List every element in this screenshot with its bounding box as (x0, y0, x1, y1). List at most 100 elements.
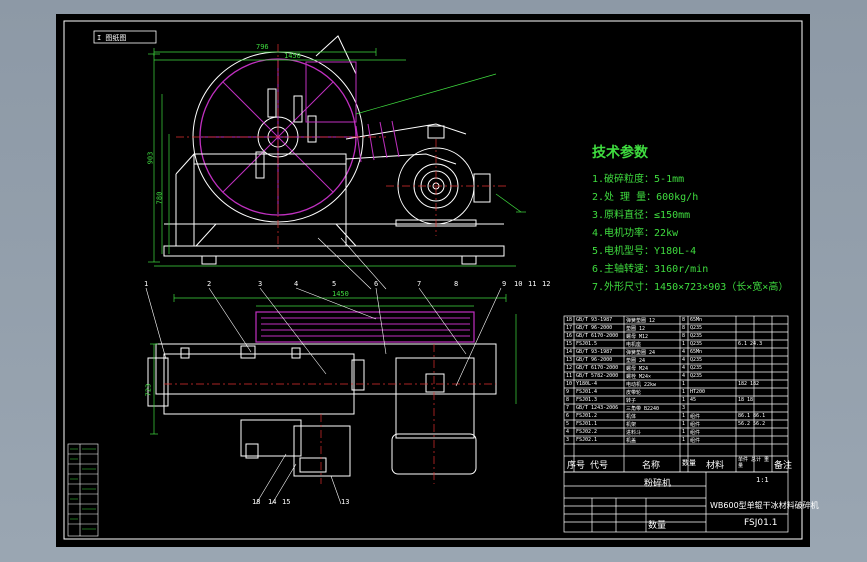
bom-qty: 3 (682, 405, 686, 411)
drawing-scale: 1:1 (756, 476, 769, 484)
part-tag: 7 (417, 280, 422, 288)
bom-no: 11 (566, 373, 573, 379)
bom-material: HT200 (690, 389, 706, 395)
drawing-sheet: I 图纸图 796 1450 903 780 1450 723 12345678… (56, 14, 819, 547)
bom-header-no: 序号 (567, 461, 586, 471)
bom-no: 7 (566, 405, 570, 411)
bom-header-material: 材料 (706, 461, 725, 471)
dim-plan-width: 1450 (332, 290, 349, 298)
drawing-number: FSJ01.1 (744, 518, 778, 528)
part-tag: 8 (454, 280, 459, 288)
bom-name: 垫圈 12 (626, 326, 646, 332)
bom-name: 螺母 M12 (626, 334, 649, 340)
bom-weight: 182 182 (738, 381, 760, 387)
bom-header-code: 代号 (590, 461, 609, 471)
tech-item: 3.原料直径：≤150mm (592, 210, 691, 221)
frame-tag: I 图纸图 (97, 34, 127, 42)
bom-material: Q235 (690, 365, 703, 371)
tech-item: 2.处 理 量：600kg/h (592, 192, 699, 203)
bom-name: 弹簧垫圈 12 (626, 318, 656, 324)
bom-qty: 1 (682, 389, 686, 395)
bom-no: 17 (566, 325, 573, 331)
bom-material: 组件 (690, 422, 701, 428)
bom-code: GB/T 96-2000 (576, 325, 613, 331)
bom-code: GB/T 6170-2000 (576, 333, 619, 339)
bom-header-note: 备注 (774, 461, 793, 471)
bom-code: FSJ01.1 (576, 421, 598, 427)
tech-item: 7.外形尺寸：1450×723×903（长×宽×高） (592, 282, 789, 293)
bom-no: 14 (566, 349, 573, 355)
bom-no: 15 (566, 341, 573, 347)
bom-qty: 8 (682, 333, 686, 339)
bom-qty: 1 (682, 421, 686, 427)
left-stamp-table (67, 443, 99, 537)
bom-no: 9 (566, 389, 570, 395)
dim-plan-depth: 723 (144, 383, 153, 397)
bom-header-qty: 数量 (682, 459, 696, 467)
part-tag: 14 (268, 498, 277, 506)
bom-qty: 1 (682, 381, 686, 387)
front-dimensions (148, 48, 526, 267)
bom-material: 45 (690, 397, 697, 403)
bom-qty: 1 (682, 413, 686, 419)
bom-name: 机盖 (626, 438, 637, 444)
part-tag: 11 (528, 280, 537, 288)
bom-no: 3 (566, 437, 570, 443)
tech-item: 5.电机型号：Y180L-4 (592, 246, 697, 257)
bom-material: 组件 (690, 430, 701, 436)
left-stamp-marks (70, 448, 96, 530)
part-tag: 10 (514, 280, 523, 288)
bom-qty: 1 (682, 437, 686, 443)
bom-header-weight: 单件 总计 重量 (738, 457, 770, 469)
bom-code: GB/T 5782-2000 (576, 373, 619, 379)
bom-qty: 1 (682, 341, 686, 347)
bom-code: FSJ02.2 (576, 429, 598, 435)
bom-no: 16 (566, 333, 573, 339)
plan-view (147, 311, 497, 477)
bom-no: 10 (566, 381, 573, 387)
bom-code: GB/T 93-1987 (576, 349, 613, 355)
part-tag: 3 (258, 280, 263, 288)
tech-item: 1.破碎粒度：5-1mm (592, 174, 685, 185)
bom-material: 65Mn (690, 317, 703, 323)
bom-qty: 4 (682, 349, 686, 355)
bom-weight: 6.1 24.3 (738, 341, 763, 347)
bom-qty: 4 (682, 373, 686, 379)
part-tag: 18 (252, 498, 261, 506)
bom-name: 垫圈 24 (626, 358, 646, 364)
dim-top-width: 796 (256, 43, 269, 51)
bom-no: 5 (566, 421, 570, 427)
drawing-name: 粉碎机 (644, 479, 672, 489)
part-tag: 13 (341, 498, 350, 506)
plan-dimensions (150, 294, 517, 435)
bom-qty: 1 (682, 429, 686, 435)
bom-code: GB/T 6170-2000 (576, 365, 619, 371)
bom-name: 机架 (626, 422, 637, 428)
bom-code: FSJ02.1 (576, 437, 598, 443)
bom-no: 12 (566, 365, 573, 371)
bom-qty: 4 (682, 365, 686, 371)
cad-viewport: I 图纸图 796 1450 903 780 1450 723 12345678… (0, 0, 867, 562)
bom-code: GB/T 96-2000 (576, 357, 613, 363)
product-name: WB600型单辊干冰材料破碎机 (710, 501, 819, 510)
bom-no: 8 (566, 397, 570, 403)
bom-qty: 4 (682, 357, 686, 363)
bom-name: 螺栓 M24× (626, 374, 652, 380)
bom-code: FSJ01.3 (576, 397, 598, 403)
bom-name: 皮带轮 (626, 390, 642, 396)
bom-name: 电动机 22kw (626, 382, 657, 388)
bom-qty: 8 (682, 317, 686, 323)
bom-name: 机体 (626, 414, 637, 420)
bom-name: 进料斗 (626, 430, 642, 436)
part-tag: 1 (144, 280, 149, 288)
bom-header-name: 名称 (642, 461, 661, 471)
bom-material: 组件 (690, 438, 701, 444)
bom-name: 螺母 M24 (626, 366, 649, 372)
bom-no: 18 (566, 317, 573, 323)
bom-code: FSJ01.5 (576, 341, 598, 347)
bom-qty: 8 (682, 325, 686, 331)
part-tag: 4 (294, 280, 299, 288)
bom-qty: 1 (682, 397, 686, 403)
bom-name: 弹簧垫圈 24 (626, 350, 656, 356)
bom-weight: 86.1 86.1 (738, 413, 766, 419)
